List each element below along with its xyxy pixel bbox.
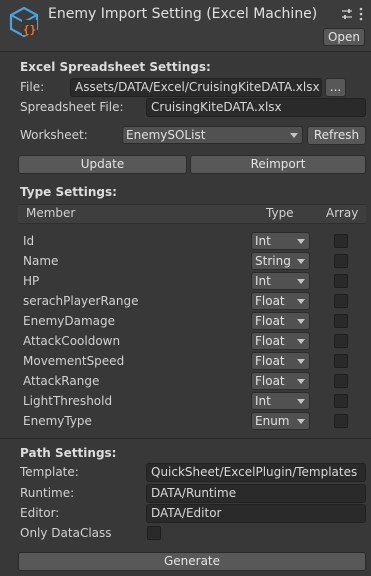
type-value: Float (255, 374, 285, 388)
type-dropdown[interactable]: Int (251, 232, 310, 250)
chevron-down-icon (297, 419, 305, 424)
chevron-down-icon (297, 239, 305, 244)
array-checkbox[interactable] (334, 234, 348, 248)
table-row: serachPlayerRange Float (0, 292, 371, 312)
col-type: Type (266, 206, 294, 220)
update-button[interactable]: Update (18, 155, 187, 174)
member-name: Id (23, 234, 35, 248)
member-name: AttackRange (23, 374, 100, 388)
type-value: Float (255, 354, 285, 368)
array-checkbox[interactable] (334, 354, 348, 368)
array-checkbox[interactable] (334, 294, 348, 308)
reimport-button[interactable]: Reimport (190, 155, 366, 174)
type-value: Int (255, 394, 271, 408)
sliders-icon[interactable] (341, 8, 353, 20)
table-row: EnemyType Enum (0, 412, 371, 432)
chevron-down-icon (297, 379, 305, 384)
path-settings-title: Path Settings: (20, 446, 117, 460)
col-array: Array (326, 206, 359, 220)
type-dropdown[interactable]: Int (251, 392, 310, 410)
type-value: Int (255, 234, 271, 248)
type-dropdown[interactable]: Enum (251, 412, 310, 430)
chevron-down-icon (297, 319, 305, 324)
chevron-down-icon (290, 133, 298, 138)
type-dropdown[interactable]: String (251, 252, 310, 270)
refresh-button[interactable]: Refresh (307, 126, 366, 145)
member-name: EnemyDamage (23, 314, 115, 328)
type-dropdown[interactable]: Float (251, 372, 310, 390)
type-dropdown[interactable]: Float (251, 352, 310, 370)
editor-path-field[interactable]: DATA/Editor (146, 504, 366, 523)
member-name: Name (23, 254, 59, 268)
chevron-down-icon (297, 259, 305, 264)
member-name: MovementSpeed (23, 354, 125, 368)
chevron-down-icon (297, 399, 305, 404)
type-dropdown[interactable]: Float (251, 312, 310, 330)
file-path-field[interactable]: Assets/DATA/Excel/CruisingKiteDATA.xlsx (70, 78, 322, 97)
worksheet-value: EnemySOList (126, 128, 206, 142)
member-name: AttackCooldown (23, 334, 121, 348)
inspector-header: {} Enemy Import Setting (Excel Machine) … (0, 0, 371, 52)
table-row: MovementSpeed Float (0, 352, 371, 372)
chevron-down-icon (297, 339, 305, 344)
generate-button[interactable]: Generate (18, 552, 366, 571)
excel-settings-title: Excel Spreadsheet Settings: (20, 60, 211, 74)
type-value: Float (255, 334, 285, 348)
array-checkbox[interactable] (334, 274, 348, 288)
type-value: Float (255, 294, 285, 308)
array-checkbox[interactable] (334, 314, 348, 328)
svg-text:{}: {} (23, 23, 36, 36)
array-checkbox[interactable] (334, 374, 348, 388)
divider (0, 438, 371, 439)
table-row: LightThreshold Int (0, 392, 371, 412)
member-name: LightThreshold (23, 394, 113, 408)
table-row: AttackRange Float (0, 372, 371, 392)
type-dropdown[interactable]: Int (251, 272, 310, 290)
worksheet-label: Worksheet: (20, 128, 88, 142)
kebab-menu-icon[interactable] (358, 7, 364, 21)
table-row: AttackCooldown Float (0, 332, 371, 352)
template-path-field[interactable]: QuickSheet/ExcelPlugin/Templates (146, 463, 366, 482)
chevron-down-icon (297, 299, 305, 304)
member-name: EnemyType (23, 414, 92, 428)
type-dropdown[interactable]: Float (251, 332, 310, 350)
spreadsheet-file-field[interactable]: CruisingKiteDATA.xlsx (146, 98, 366, 117)
chevron-down-icon (297, 359, 305, 364)
array-checkbox[interactable] (334, 254, 348, 268)
type-value: Int (255, 274, 271, 288)
type-dropdown[interactable]: Float (251, 292, 310, 310)
table-row: EnemyDamage Float (0, 312, 371, 332)
only-dataclass-checkbox[interactable] (147, 526, 161, 540)
array-checkbox[interactable] (334, 334, 348, 348)
table-row: Name String (0, 252, 371, 272)
type-value: String (255, 254, 291, 268)
open-button[interactable]: Open (323, 28, 365, 46)
template-label: Template: (20, 465, 79, 479)
col-member: Member (26, 206, 76, 220)
type-value: Enum (255, 414, 290, 428)
array-checkbox[interactable] (334, 394, 348, 408)
spreadsheet-file-label: Spreadsheet File: (20, 100, 124, 114)
window-title: Enemy Import Setting (Excel Machine) (48, 6, 318, 22)
member-name: HP (23, 274, 40, 288)
type-value: Float (255, 314, 285, 328)
editor-label: Editor: (20, 506, 60, 520)
worksheet-dropdown[interactable]: EnemySOList (122, 126, 303, 144)
browse-button[interactable]: ... (325, 78, 346, 97)
array-checkbox[interactable] (334, 414, 348, 428)
only-dataclass-label: Only DataClass (20, 526, 112, 540)
type-settings-title: Type Settings: (20, 185, 117, 199)
chevron-down-icon (297, 279, 305, 284)
table-row: Id Int (0, 232, 371, 252)
member-name: serachPlayerRange (23, 294, 139, 308)
excel-machine-icon: {} (8, 6, 40, 38)
file-label: File: (20, 80, 45, 94)
runtime-path-field[interactable]: DATA/Runtime (146, 484, 366, 503)
table-row: HP Int (0, 272, 371, 292)
runtime-label: Runtime: (20, 486, 75, 500)
